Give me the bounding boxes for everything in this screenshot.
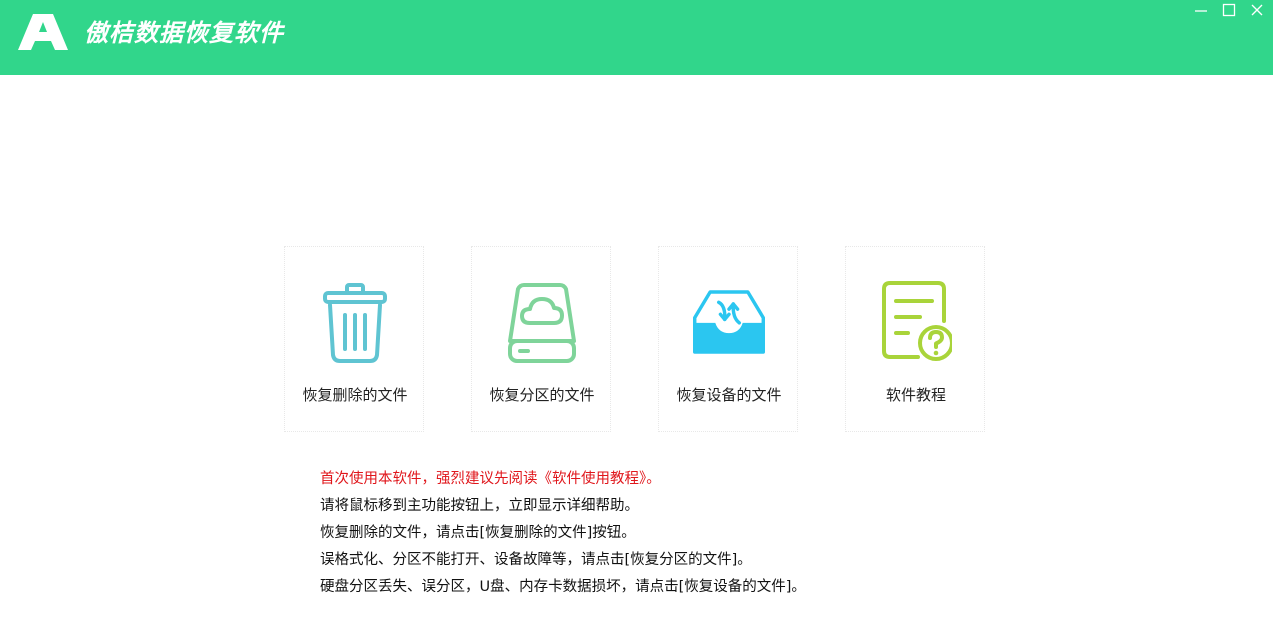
- close-button[interactable]: [1243, 0, 1271, 20]
- minimize-icon: [1195, 10, 1207, 12]
- tutorial-warning-tip: 首次使用本软件，强烈建议先阅读《软件使用教程》。: [320, 471, 661, 487]
- help-tip: 请将鼠标移到主功能按钮上，立即显示详细帮助。: [320, 498, 639, 514]
- recover-partition-files-button[interactable]: 恢复分区的文件: [471, 246, 611, 432]
- function-label: 恢复设备的文件: [676, 386, 782, 404]
- recover-device-files-button[interactable]: 恢复设备的文件: [658, 246, 798, 432]
- device-tray-icon: [693, 290, 765, 354]
- maximize-button[interactable]: [1215, 0, 1243, 20]
- app-title: 傲桔数据恢复软件: [84, 19, 284, 47]
- recover-deleted-files-button[interactable]: 恢复删除的文件: [284, 246, 424, 432]
- cloud-drive-icon: [508, 283, 576, 363]
- help-tips: 首次使用本软件，强烈建议先阅读《软件使用教程》。 请将鼠标移到主功能按钮上，立即…: [320, 466, 1020, 601]
- help-tip: 硬盘分区丢失、误分区，U盘、内存卡数据损坏，请点击[恢复设备的文件]。: [320, 579, 806, 595]
- minimize-button[interactable]: [1187, 0, 1215, 20]
- function-label: 恢复分区的文件: [489, 386, 595, 404]
- function-label: 恢复删除的文件: [302, 386, 408, 404]
- trash-icon: [323, 283, 387, 363]
- title-bar: 傲桔数据恢复软件: [0, 0, 1273, 75]
- window-controls: [1187, 0, 1271, 20]
- software-tutorial-button[interactable]: 软件教程: [845, 246, 985, 432]
- function-label: 软件教程: [885, 386, 946, 404]
- tutorial-document-icon: [882, 281, 952, 361]
- app-window: 傲桔数据恢复软件 恢复删除的文件 恢复分区的文件 恢复设备的文件 软件教程 首次…: [0, 0, 1273, 636]
- help-tip: 误格式化、分区不能打开、设备故障等，请点击[恢复分区的文件]。: [320, 552, 752, 568]
- close-icon: [1251, 4, 1263, 16]
- maximize-icon: [1222, 3, 1236, 17]
- main-function-buttons: 恢复删除的文件 恢复分区的文件 恢复设备的文件 软件教程: [284, 246, 986, 432]
- help-tip: 恢复删除的文件，请点击[恢复删除的文件]按钮。: [320, 525, 636, 541]
- app-logo-icon: [18, 14, 68, 50]
